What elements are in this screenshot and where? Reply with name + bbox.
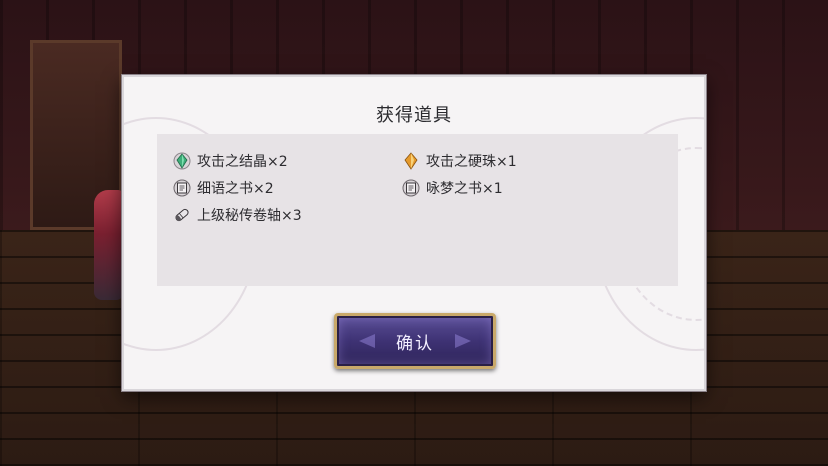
items-panel: 攻击之结晶×2 攻击之硬珠×1 细语之书×2 咏梦之书×1 上级秘传卷轴×3 — [157, 134, 678, 286]
confirm-button[interactable]: 确认 — [334, 313, 496, 369]
book-icon — [173, 179, 191, 197]
reward-item-label: 上级秘传卷轴×3 — [197, 208, 302, 224]
scroll-icon — [173, 206, 191, 224]
background-character — [94, 190, 124, 300]
reward-item-label: 攻击之结晶×2 — [197, 154, 288, 170]
game-scene: 获得道具 攻击之结晶×2 攻击之硬珠×1 细语之书×2 咏梦之书×1 上级秘传卷… — [0, 0, 828, 466]
reward-item: 细语之书×2 — [173, 177, 274, 199]
reward-item: 攻击之硬珠×1 — [402, 150, 517, 172]
item-reward-dialog: 获得道具 攻击之结晶×2 攻击之硬珠×1 细语之书×2 咏梦之书×1 上级秘传卷… — [122, 75, 706, 391]
orange-gem-icon — [402, 152, 420, 170]
dialog-title: 获得道具 — [376, 105, 452, 126]
reward-item-label: 攻击之硬珠×1 — [426, 154, 517, 170]
reward-item-label: 细语之书×2 — [197, 181, 274, 197]
reward-item-label: 咏梦之书×1 — [426, 181, 503, 197]
reward-item: 咏梦之书×1 — [402, 177, 503, 199]
green-crystal-icon — [173, 152, 191, 170]
confirm-button-label: 确认 — [396, 333, 434, 354]
book-icon — [402, 179, 420, 197]
reward-item: 上级秘传卷轴×3 — [173, 204, 302, 226]
reward-item: 攻击之结晶×2 — [173, 150, 288, 172]
